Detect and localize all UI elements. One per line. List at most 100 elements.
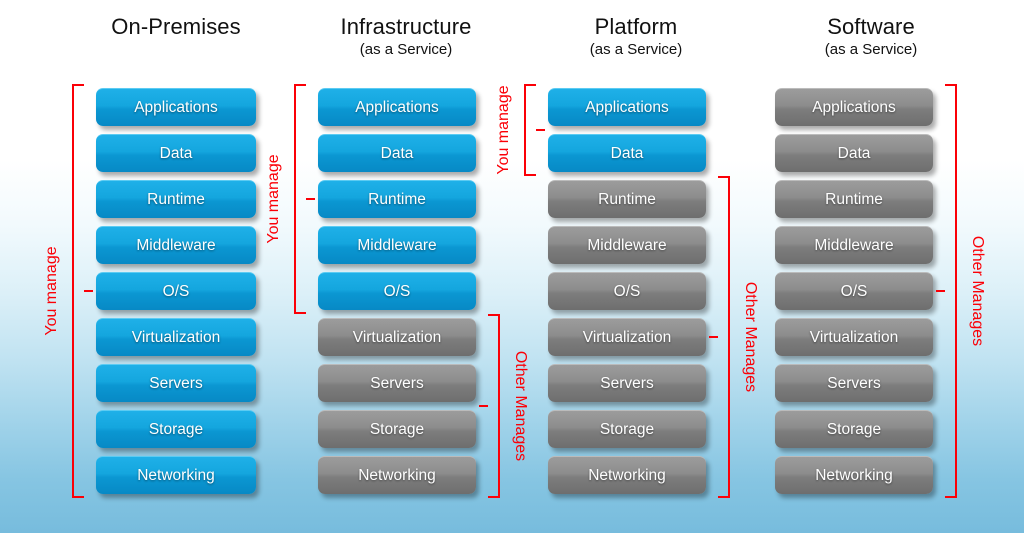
layer-box-o-s[interactable]: O/S (96, 272, 256, 310)
layer-box-runtime[interactable]: Runtime (775, 180, 933, 218)
layer-box-o-s[interactable]: O/S (775, 272, 933, 310)
layer-box-data[interactable]: Data (775, 134, 933, 172)
column-title: On-Premises (111, 14, 241, 39)
layer-box-networking[interactable]: Networking (775, 456, 933, 494)
layer-label: Virtualization (131, 328, 221, 346)
layer-box-networking[interactable]: Networking (548, 456, 706, 494)
layer-box-middleware[interactable]: Middleware (775, 226, 933, 264)
bracket-right-platform-as-a-service (709, 176, 730, 498)
bracket-tick (536, 129, 545, 131)
layer-label: Servers (370, 374, 424, 392)
layer-label: Servers (600, 374, 654, 392)
layer-label: Data (610, 144, 644, 162)
layer-box-middleware[interactable]: Middleware (96, 226, 256, 264)
layer-box-runtime[interactable]: Runtime (318, 180, 476, 218)
layer-box-virtualization[interactable]: Virtualization (318, 318, 476, 356)
bracket-tick (709, 336, 718, 338)
layer-label: Middleware (587, 236, 667, 254)
bracket-tick (84, 290, 93, 292)
layer-label: Applications (355, 98, 439, 116)
bracket-left-platform-as-a-service (524, 84, 545, 176)
column-header-platform-as-a-service: Platform (as a Service) (520, 14, 752, 59)
cloud-service-models-diagram: On-Premises Applications Data Runtime Middle… (0, 0, 1024, 533)
layer-stack-infrastructure-as-a-service: Applications Data Runtime Middleware O/S Virt… (318, 88, 476, 502)
layer-label: Storage (826, 420, 882, 438)
layer-box-networking[interactable]: Networking (318, 456, 476, 494)
layer-label: Servers (149, 374, 203, 392)
layer-box-middleware[interactable]: Middleware (548, 226, 706, 264)
bracket-right-software-as-a-service (936, 84, 957, 498)
column-header-software-as-a-service: Software (as a Service) (755, 14, 987, 59)
layer-label: Runtime (368, 190, 426, 208)
layer-label: Middleware (136, 236, 216, 254)
layer-box-servers[interactable]: Servers (96, 364, 256, 402)
layer-label: Applications (134, 98, 218, 116)
layer-box-data[interactable]: Data (318, 134, 476, 172)
layer-box-applications[interactable]: Applications (96, 88, 256, 126)
layer-label: Storage (599, 420, 655, 438)
layer-box-applications[interactable]: Applications (548, 88, 706, 126)
layer-box-runtime[interactable]: Runtime (96, 180, 256, 218)
layer-box-servers[interactable]: Servers (775, 364, 933, 402)
bracket-tick (479, 405, 488, 407)
layer-box-storage[interactable]: Storage (318, 410, 476, 448)
column-on-premises: On-Premises Applications Data Runtime Middle… (43, 0, 292, 533)
bracket-tick (306, 198, 315, 200)
column-header-infrastructure-as-a-service: Infrastructure (as a Service) (290, 14, 522, 59)
layer-label: O/S (383, 282, 411, 300)
layer-box-data[interactable]: Data (96, 134, 256, 172)
layer-label: Data (837, 144, 871, 162)
layer-box-servers[interactable]: Servers (548, 364, 706, 402)
layer-box-virtualization[interactable]: Virtualization (548, 318, 706, 356)
layer-box-servers[interactable]: Servers (318, 364, 476, 402)
layer-label: Applications (585, 98, 669, 116)
layer-stack-on-premises: Applications Data Runtime Middleware O/S Virt… (96, 88, 256, 502)
layer-label: Data (159, 144, 193, 162)
column-subtitle: (as a Service) (359, 41, 453, 58)
layer-box-o-s[interactable]: O/S (318, 272, 476, 310)
layer-label: Storage (148, 420, 204, 438)
bracket-label-you-manage-platform-as-a-service: You manage (495, 85, 512, 175)
layer-box-storage[interactable]: Storage (775, 410, 933, 448)
column-header-on-premises: On-Premises (60, 14, 292, 40)
column-software-as-a-service: Software (as a Service) Applications Data Ru… (755, 0, 987, 533)
layer-box-data[interactable]: Data (548, 134, 706, 172)
layer-stack-software-as-a-service: Applications Data Runtime Middleware O/S Virt… (775, 88, 933, 502)
column-title: Software (827, 14, 915, 39)
layer-box-virtualization[interactable]: Virtualization (775, 318, 933, 356)
layer-label: Networking (815, 466, 893, 484)
layer-box-storage[interactable]: Storage (548, 410, 706, 448)
bracket-label-you-manage-on-premises: You manage (43, 246, 60, 336)
layer-box-applications[interactable]: Applications (318, 88, 476, 126)
layer-label: Data (380, 144, 414, 162)
layer-label: Middleware (814, 236, 894, 254)
column-platform-as-a-service: Platform (as a Service) Applications Data Ru… (495, 0, 759, 533)
layer-label: Runtime (147, 190, 205, 208)
layer-label: Middleware (357, 236, 437, 254)
column-subtitle: (as a Service) (589, 41, 683, 58)
column-infrastructure-as-a-service: Infrastructure (as a Service) Applications… (265, 0, 529, 533)
layer-box-runtime[interactable]: Runtime (548, 180, 706, 218)
column-title: Platform (594, 14, 678, 39)
bracket-left-on-premises (72, 84, 93, 498)
bracket-left-infrastructure-as-a-service (294, 84, 315, 314)
layer-box-networking[interactable]: Networking (96, 456, 256, 494)
layer-box-middleware[interactable]: Middleware (318, 226, 476, 264)
layer-label: Virtualization (582, 328, 672, 346)
layer-label: Storage (369, 420, 425, 438)
layer-label: Virtualization (809, 328, 899, 346)
layer-label: Runtime (598, 190, 656, 208)
layer-box-applications[interactable]: Applications (775, 88, 933, 126)
layer-box-o-s[interactable]: O/S (548, 272, 706, 310)
layer-box-virtualization[interactable]: Virtualization (96, 318, 256, 356)
layer-box-storage[interactable]: Storage (96, 410, 256, 448)
layer-label: Networking (137, 466, 215, 484)
layer-label: O/S (613, 282, 641, 300)
bracket-label-other-manages-software-as-a-service: Other Manages (969, 235, 986, 347)
layer-stack-platform-as-a-service: Applications Data Runtime Middleware O/S Virt… (548, 88, 706, 502)
layer-label: Servers (827, 374, 881, 392)
layer-label: Networking (588, 466, 666, 484)
layer-label: O/S (840, 282, 868, 300)
bracket-right-infrastructure-as-a-service (479, 314, 500, 498)
bracket-tick (936, 290, 945, 292)
